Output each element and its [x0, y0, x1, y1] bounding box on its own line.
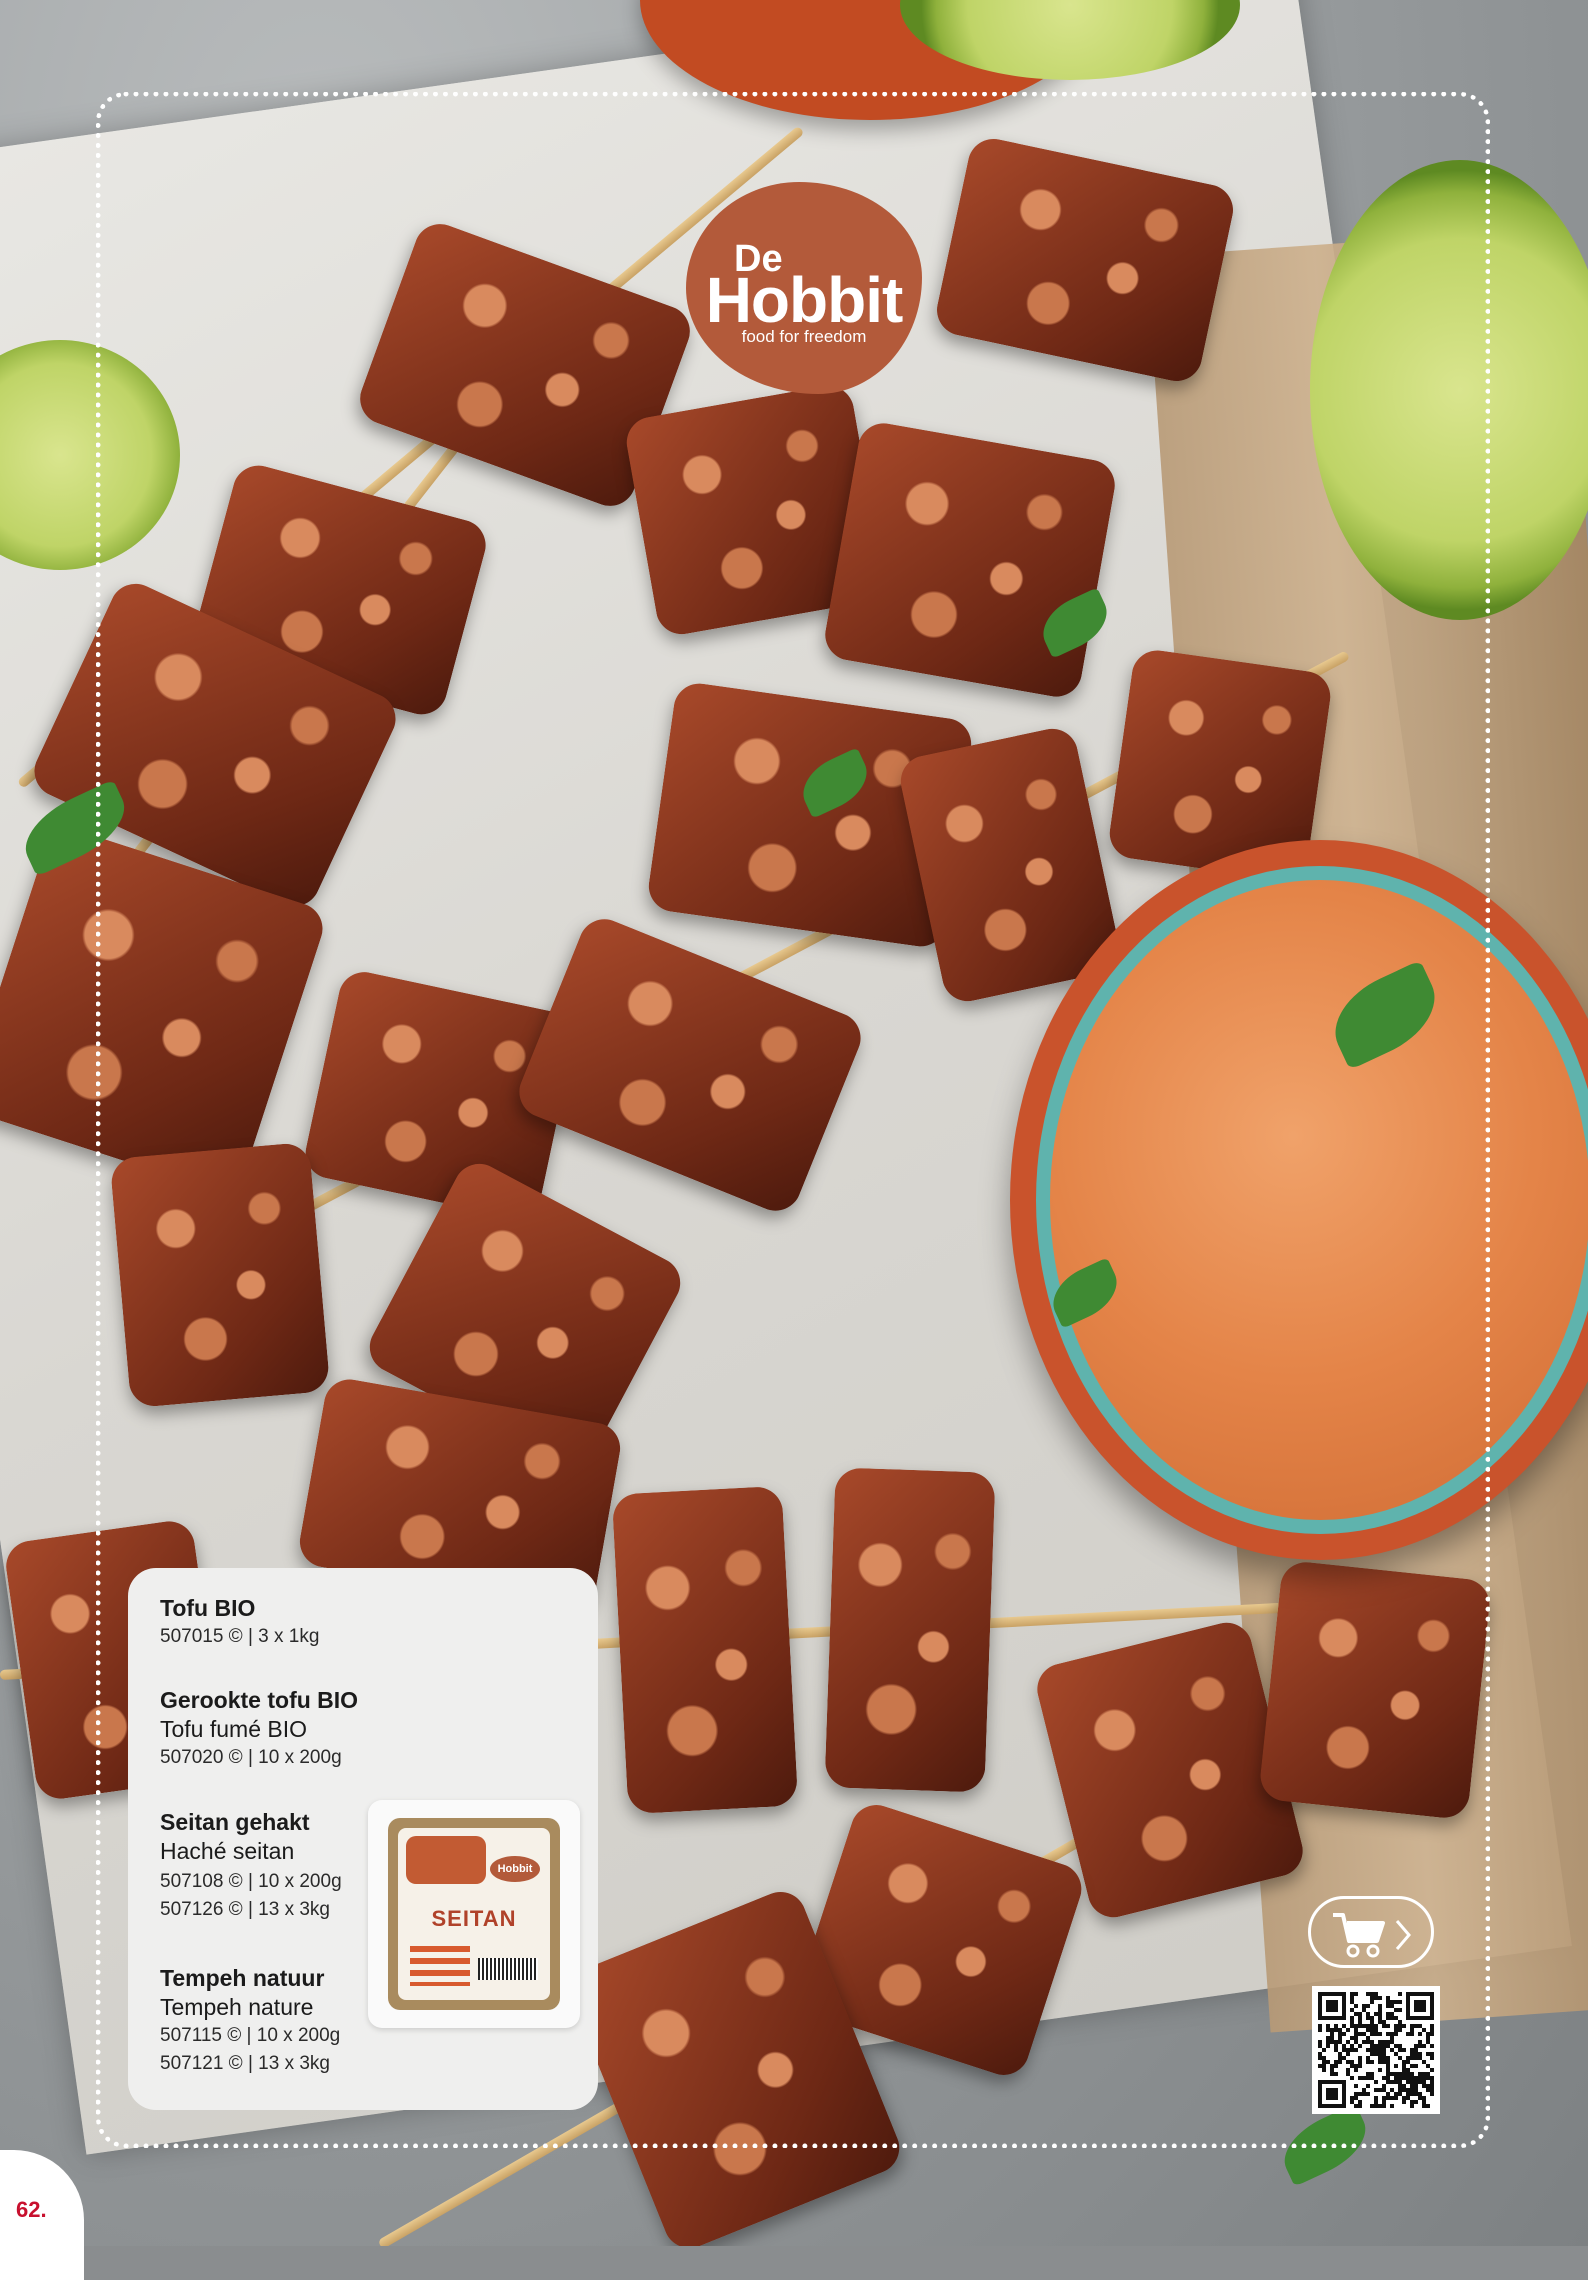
product-item: Gerookte tofu BIO Tofu fumé BIO 507020 ©… — [160, 1686, 358, 1772]
product-item: Seitan gehakt Haché seitan 507108 © | 10… — [160, 1808, 342, 1924]
product-alt-name: Haché seitan — [160, 1838, 295, 1864]
chevron-right-icon — [1395, 1920, 1411, 1950]
product-name: Tempeh natuur — [160, 1965, 325, 1991]
product-alt-name: Tempeh nature — [160, 1994, 314, 2020]
product-code: 507020 © | 10 x 200g — [160, 1747, 342, 1768]
package-brand: Hobbit — [490, 1856, 540, 1882]
product-code: 507121 © | 13 x 3kg — [160, 2053, 330, 2074]
product-code: 507115 © | 10 x 200g — [160, 2025, 341, 2046]
package-food-photo — [406, 1836, 486, 1884]
product-alt-name: Tofu fumé BIO — [160, 1716, 308, 1742]
shopping-cart-icon — [1333, 1913, 1411, 1958]
package-title: SEITAN — [431, 1906, 517, 1931]
product-code: 507015 © | 3 x 1kg — [160, 1626, 320, 1647]
product-code: 507126 © | 13 x 3kg — [160, 1899, 330, 1920]
seitan-package-image: Hobbit SEITAN — [368, 1800, 580, 2028]
qr-code-graphic — [1318, 1992, 1434, 2108]
product-name: Seitan gehakt — [160, 1809, 310, 1835]
logo-line2: Hobbit — [705, 264, 904, 336]
package-label: Hobbit SEITAN — [398, 1828, 550, 2000]
qr-code[interactable] — [1312, 1986, 1440, 2114]
page-number: 62. — [16, 2197, 47, 2222]
package-info-bars — [410, 1946, 470, 1986]
product-item: Tofu BIO 507015 © | 3 x 1kg — [160, 1594, 319, 1651]
product-card: Tofu BIO 507015 © | 3 x 1kg Gerookte tof… — [128, 1568, 598, 2110]
product-name: Tofu BIO — [160, 1595, 256, 1621]
package-barcode — [478, 1958, 538, 1980]
product-item: Tempeh natuur Tempeh nature 507115 © | 1… — [160, 1964, 340, 2078]
logo-tagline: food for freedom — [741, 327, 867, 346]
product-name: Gerookte tofu BIO — [160, 1687, 359, 1713]
shop-button[interactable] — [1308, 1896, 1434, 1968]
product-code: 507108 © | 10 x 200g — [160, 1871, 342, 1892]
